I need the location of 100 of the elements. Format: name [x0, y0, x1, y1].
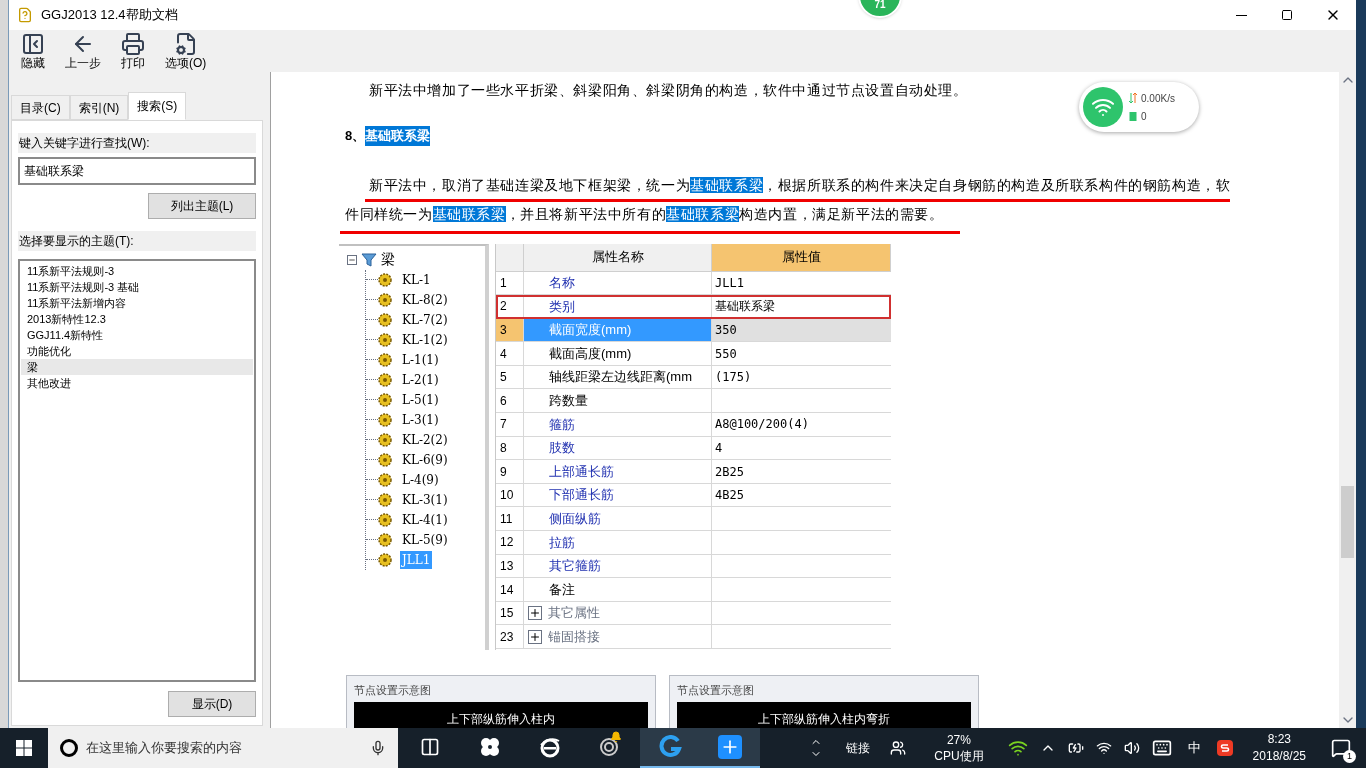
property-row[interactable]: 7 箍筋 A8@100/200(4): [496, 413, 891, 437]
topic-item[interactable]: 功能优化: [21, 343, 253, 359]
plus-app-icon: [718, 735, 742, 759]
collapse-toggle[interactable]: [347, 254, 357, 265]
tree-item[interactable]: KL-5(9): [400, 530, 450, 549]
nav-tab[interactable]: 索引(N): [69, 95, 129, 120]
gear-icon: [378, 392, 392, 407]
property-row[interactable]: 3 截面宽度(mm) 350: [496, 318, 891, 343]
gear-icon: [378, 512, 392, 527]
gear-icon: [378, 352, 392, 367]
tree-item[interactable]: L-3(1): [400, 410, 441, 429]
gear-icon: [378, 552, 392, 567]
section-heading: 基础联系梁: [365, 126, 431, 146]
toolbar-button[interactable]: 打印: [117, 31, 149, 71]
property-row[interactable]: 6 跨数量: [496, 389, 891, 414]
people-icon[interactable]: [890, 740, 907, 756]
property-row[interactable]: 12 拉筋: [496, 531, 891, 555]
column-header[interactable]: 属性值: [712, 243, 891, 271]
row-number: 1: [496, 271, 524, 295]
property-row[interactable]: 14 备注: [496, 578, 891, 602]
row-number: 8: [496, 436, 524, 460]
property-row[interactable]: 1 名称 JLL1: [496, 271, 891, 296]
tree-item[interactable]: KL-2(2): [400, 430, 450, 449]
tree-item[interactable]: KL-1(2): [400, 330, 450, 349]
property-row[interactable]: 2 类别 基础联系梁: [496, 295, 891, 319]
property-value: 4B25: [714, 487, 745, 505]
toolbar-button[interactable]: 选项(O): [161, 31, 211, 71]
property-name: 截面宽度(mm): [524, 318, 712, 342]
property-row[interactable]: 15 其它属性: [496, 601, 891, 626]
window-title: GGJ2013 12.4帮助文档: [41, 6, 178, 25]
topic-item[interactable]: 2013新特性12.3: [21, 311, 253, 327]
property-name: 备注: [524, 578, 712, 601]
tree-item[interactable]: KL-7(2): [400, 310, 450, 329]
intro-paragraph: 新平法中增加了一些水平折梁、斜梁阳角、斜梁阴角的构造，软件中通过节点设置自动处理。: [369, 81, 968, 100]
keyword-field[interactable]: 基础联系梁: [18, 157, 256, 185]
tree-item[interactable]: KL-8(2): [400, 290, 450, 309]
property-row[interactable]: 4 截面高度(mm) 550: [496, 342, 891, 366]
scroll-thumb[interactable]: [1341, 486, 1354, 558]
list-topics-button[interactable]: 列出主题(L): [148, 193, 256, 219]
property-row[interactable]: 9 上部通长筋 2B25: [496, 460, 891, 484]
help-document-icon: [17, 7, 33, 23]
microphone-icon[interactable]: [370, 740, 386, 756]
row-number: 14: [496, 578, 524, 601]
property-row[interactable]: 23 锚固搭接: [496, 625, 891, 649]
clock-date[interactable]: 2018/8/25: [1252, 748, 1306, 765]
search-placeholder: 在这里输入你要搜索的内容: [86, 739, 243, 758]
row-number: 13: [496, 554, 524, 578]
nav-tab[interactable]: 目录(C): [11, 95, 70, 120]
property-row[interactable]: 10 下部通长筋 4B25: [496, 483, 891, 508]
property-name: 其它属性: [524, 601, 712, 625]
vertical-scrollbar[interactable]: [1339, 72, 1356, 728]
wifi-icon[interactable]: [1007, 738, 1028, 758]
topic-item[interactable]: 11系新平法规则-3: [21, 263, 253, 279]
topic-item[interactable]: GGJ11.4新特性: [21, 327, 253, 343]
battery-icon[interactable]: [1067, 740, 1084, 756]
network-icon[interactable]: [1095, 740, 1112, 756]
tree-item[interactable]: KL-4(1): [400, 510, 450, 529]
tree-item[interactable]: L-2(1): [400, 370, 441, 389]
tree-item[interactable]: L-1(1): [400, 350, 441, 369]
tree-item[interactable]: L-4(9): [400, 470, 441, 489]
tree-item[interactable]: KL-1: [400, 270, 433, 289]
links-toolbar-label[interactable]: 链接: [846, 739, 871, 757]
clock-time[interactable]: 8:23: [1267, 731, 1291, 748]
property-row[interactable]: 8 肢数 4: [496, 436, 891, 461]
property-value: JLL1: [714, 274, 745, 292]
property-name: 其它箍筋: [524, 554, 712, 578]
cpu-percent: 27%: [946, 732, 971, 748]
taskbar-search-box[interactable]: 在这里输入你要搜索的内容: [48, 728, 398, 768]
task-view-icon: [420, 737, 440, 757]
toolbar-button[interactable]: 上一步: [61, 31, 105, 71]
tree-item[interactable]: L-5(1): [400, 390, 441, 409]
sogou-s-icon[interactable]: [1216, 740, 1233, 756]
display-button[interactable]: 显示(D): [168, 691, 256, 717]
property-name: 箍筋: [524, 413, 712, 436]
toolbar-button[interactable]: 隐藏: [17, 31, 49, 71]
nav-tab[interactable]: 搜索(S): [128, 92, 187, 120]
property-row[interactable]: 11 侧面纵筋: [496, 507, 891, 532]
volume-icon[interactable]: [1123, 740, 1140, 756]
minimize-icon: [1235, 14, 1247, 16]
topic-item[interactable]: 梁: [21, 359, 253, 375]
tree-item[interactable]: KL-3(1): [400, 490, 450, 509]
tree-item[interactable]: KL-6(9): [400, 450, 450, 469]
row-number: 6: [496, 389, 524, 413]
topic-item[interactable]: 11系新平法规则-3 基础: [21, 279, 253, 295]
funnel-icon: [361, 251, 377, 268]
fan-icon: [479, 736, 501, 758]
property-row[interactable]: 13 其它箍筋: [496, 554, 891, 579]
topic-item[interactable]: 其他改进: [21, 375, 253, 391]
property-value: A8@100/200(4): [714, 416, 810, 434]
property-row[interactable]: 5 轴线距梁左边线距离(mm (175): [496, 365, 891, 390]
gear-icon: [378, 332, 392, 347]
input-method-indicator[interactable]: 中: [1187, 738, 1201, 758]
property-name: 跨数量: [524, 389, 712, 413]
gear-icon: [378, 412, 392, 427]
cpu-label: CPU使用: [934, 748, 984, 764]
keyboard-icon[interactable]: [1151, 738, 1172, 758]
property-value: 550: [714, 345, 738, 363]
transfer-arrows-icon: [1129, 93, 1137, 103]
topic-item[interactable]: 11系新平法新增内容: [21, 295, 253, 311]
diagram-caption: 上下部纵筋伸入柱内弯折: [677, 702, 971, 728]
